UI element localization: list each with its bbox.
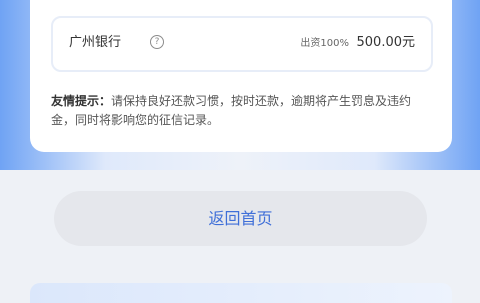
loan-detail-card: 广州银行 ? 出资100% 500.00元 友情提示：请保持良好还款习惯，按时还… xyxy=(30,0,452,152)
tip-label: 友情提示： xyxy=(51,94,112,108)
funder-amount: 500.00元 xyxy=(356,35,416,50)
funder-ratio: 出资100% xyxy=(300,38,349,49)
bottom-banner-edge xyxy=(30,283,452,303)
help-icon[interactable]: ? xyxy=(150,35,164,49)
funder-name: 广州银行 xyxy=(69,35,122,50)
funder-row: 广州银行 ? 出资100% 500.00元 xyxy=(51,16,433,72)
return-home-button[interactable]: 返回首页 xyxy=(54,191,427,246)
repayment-tip: 友情提示：请保持良好还款习惯，按时还款，逾期将产生罚息及违约金，同时将影响您的征… xyxy=(51,92,433,130)
